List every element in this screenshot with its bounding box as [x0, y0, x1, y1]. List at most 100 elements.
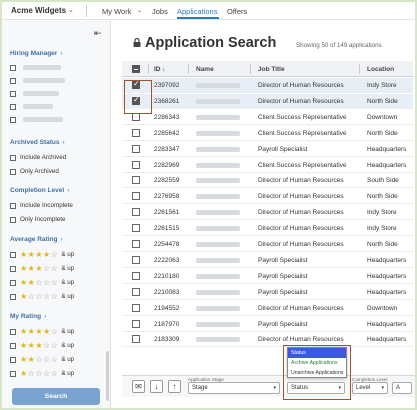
- only-archived-option[interactable]: Only Archived: [10, 167, 59, 176]
- row-checkbox[interactable]: [132, 208, 140, 217]
- completion-level-heading[interactable]: Completion Level ›: [10, 187, 69, 194]
- search-button[interactable]: Search: [12, 388, 100, 405]
- avg-rating-3-option[interactable]: ★★★☆☆ & up: [10, 264, 74, 273]
- level-select[interactable]: Level ▾: [352, 382, 388, 394]
- application-id[interactable]: 2261515: [154, 225, 179, 232]
- checkbox[interactable]: [10, 154, 16, 161]
- table-row[interactable]: 2283347 Payroll Specialist Headquarters: [122, 142, 413, 157]
- application-id[interactable]: 2397092: [154, 82, 179, 89]
- row-checkbox[interactable]: [132, 144, 140, 153]
- row-checkbox[interactable]: [132, 303, 140, 312]
- checkbox[interactable]: [10, 90, 16, 97]
- table-row[interactable]: 2183309 Director of Human Resources Headqu…: [122, 332, 413, 348]
- hiring-manager-option[interactable]: [10, 115, 63, 124]
- application-id[interactable]: 2368261: [154, 98, 179, 105]
- table-row[interactable]: 2187970 Payroll Specialist Headquarters: [122, 317, 413, 332]
- table-row[interactable]: 2261561 Director of Human Resources Indy S…: [122, 205, 413, 221]
- table-row[interactable]: 2194552 Director of Human Resources Downto…: [122, 301, 413, 316]
- row-checkbox[interactable]: [132, 176, 140, 185]
- table-row[interactable]: 2368261 Director of Human Resources North …: [122, 93, 413, 109]
- column-header-job-title[interactable]: Job Title: [258, 66, 285, 73]
- my-rating-2-option[interactable]: ★★☆☆☆ & up: [10, 355, 74, 364]
- application-id[interactable]: 2222063: [154, 257, 179, 264]
- row-checkbox[interactable]: [132, 128, 140, 137]
- nav-jobs[interactable]: Jobs: [152, 7, 168, 16]
- checkbox[interactable]: [10, 328, 16, 335]
- checkbox[interactable]: [10, 279, 16, 286]
- checkbox[interactable]: [10, 293, 16, 300]
- checkbox[interactable]: [10, 265, 16, 272]
- application-id[interactable]: 2194552: [154, 305, 179, 312]
- row-checkbox[interactable]: [132, 192, 140, 201]
- table-row[interactable]: 2286343 Client Success Representative Down…: [122, 110, 413, 125]
- arrow-down-icon[interactable]: ↓: [150, 380, 163, 393]
- hiring-manager-option[interactable]: [10, 76, 65, 85]
- application-id[interactable]: 2282969: [154, 162, 179, 169]
- application-id[interactable]: 2283347: [154, 146, 179, 153]
- application-id[interactable]: 2187970: [154, 321, 179, 328]
- email-icon[interactable]: ✉: [132, 380, 145, 393]
- column-header-location[interactable]: Location: [367, 66, 394, 73]
- include-archived-option[interactable]: Include Archived: [10, 153, 66, 162]
- arrow-up-icon[interactable]: ↑: [168, 380, 181, 393]
- checkbox[interactable]: [10, 342, 16, 349]
- application-id[interactable]: 2285642: [154, 130, 179, 137]
- avg-rating-2-option[interactable]: ★★☆☆☆ & up: [10, 278, 74, 287]
- my-rating-heading[interactable]: My Rating ›: [10, 313, 46, 320]
- row-checkbox[interactable]: [132, 255, 140, 264]
- application-id[interactable]: 2183309: [154, 336, 179, 343]
- checkbox[interactable]: [10, 103, 16, 110]
- application-id[interactable]: 2261561: [154, 209, 179, 216]
- chevron-down-icon[interactable]: ⌄: [68, 6, 74, 14]
- hiring-manager-option[interactable]: [10, 63, 61, 72]
- table-row[interactable]: 2282559 Director of Human Resources South …: [122, 173, 413, 189]
- checkbox[interactable]: [10, 168, 16, 175]
- brand-name[interactable]: Acme Widgets: [11, 6, 66, 15]
- nav-applications[interactable]: Applications: [177, 7, 217, 16]
- row-checkbox[interactable]: [132, 271, 140, 280]
- column-header-name[interactable]: Name: [196, 66, 214, 73]
- checkbox[interactable]: [10, 116, 16, 123]
- table-row[interactable]: 2285642 Client Success Representative Nort…: [122, 126, 413, 141]
- row-checkbox[interactable]: [132, 319, 140, 328]
- hiring-manager-option[interactable]: [10, 89, 59, 98]
- stage-select[interactable]: Stage ▾: [188, 382, 280, 394]
- my-rating-4-option[interactable]: ★★★★☆ & up: [10, 327, 74, 336]
- sidebar-scrollbar[interactable]: [106, 351, 109, 401]
- column-header-id[interactable]: ID ↓: [154, 66, 166, 73]
- select-all-checkbox[interactable]: [132, 65, 140, 73]
- checkbox[interactable]: [10, 77, 16, 84]
- extra-select[interactable]: A: [392, 382, 412, 394]
- archived-status-heading[interactable]: Archived Status ›: [10, 139, 65, 146]
- row-checkbox[interactable]: [132, 224, 140, 233]
- nav-offers[interactable]: Offers: [227, 7, 247, 16]
- table-row[interactable]: 2254478 Director of Human Resources North …: [122, 237, 413, 252]
- average-rating-heading[interactable]: Average Rating ›: [10, 236, 63, 243]
- include-incomplete-option[interactable]: Include Incomplete: [10, 201, 73, 210]
- avg-rating-1-option[interactable]: ★☆☆☆☆ & up: [10, 292, 74, 301]
- application-id[interactable]: 2210180: [154, 273, 179, 280]
- checkbox[interactable]: [10, 370, 16, 377]
- my-rating-3-option[interactable]: ★★★☆☆ & up: [10, 341, 74, 350]
- checkbox[interactable]: [10, 202, 16, 209]
- hiring-manager-heading[interactable]: Hiring Manager ›: [10, 50, 62, 57]
- checkbox[interactable]: [10, 216, 16, 223]
- table-row[interactable]: 2397092 Director of Human Resources Indy S…: [122, 78, 413, 93]
- application-id[interactable]: 2282559: [154, 177, 179, 184]
- hiring-manager-option[interactable]: [10, 102, 53, 111]
- checkbox[interactable]: [10, 356, 16, 363]
- nav-my-work[interactable]: My Work: [102, 7, 131, 16]
- row-checkbox[interactable]: [132, 335, 140, 344]
- only-incomplete-option[interactable]: Only Incomplete: [10, 215, 66, 224]
- row-checkbox[interactable]: [132, 160, 140, 169]
- application-id[interactable]: 2286343: [154, 114, 179, 121]
- avg-rating-4-option[interactable]: ★★★★☆ & up: [10, 250, 74, 259]
- collapse-sidebar-icon[interactable]: ⇤: [94, 28, 102, 39]
- row-checkbox[interactable]: [132, 287, 140, 296]
- table-row[interactable]: 2261515 Director of Human Resources Indy S…: [122, 221, 413, 237]
- application-id[interactable]: 2276958: [154, 193, 179, 200]
- row-checkbox[interactable]: [132, 240, 140, 248]
- table-row[interactable]: 2282969 Client Success Representative Head…: [122, 158, 413, 173]
- my-rating-1-option[interactable]: ★☆☆☆☆ & up: [10, 369, 74, 378]
- table-row[interactable]: 2210083 Payroll Specialist Headquarters: [122, 285, 413, 300]
